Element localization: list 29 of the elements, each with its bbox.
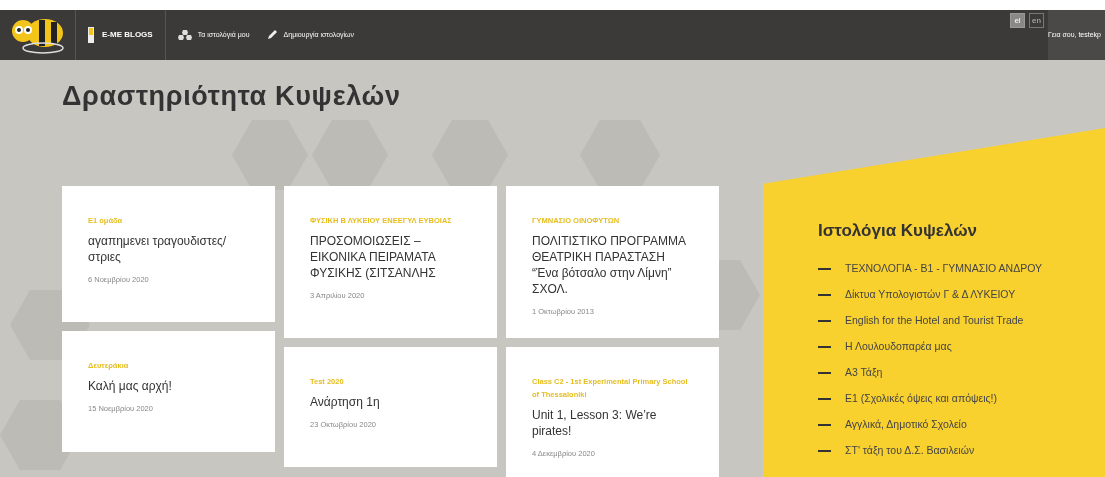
dash-icon [818,371,831,374]
post-title[interactable]: ΠΟΛΙΤΙΣΤΙΚΟ ΠΡΟΓΡΑΜΜΑ ΘΕΑΤΡΙΚΗ ΠΑΡΑΣΤΑΣΗ “Ένα βότσαλο στην Λίμνη” ΣΧΟΛ. [532,233,693,297]
dash-icon [818,345,831,348]
dash-icon [818,319,831,322]
blog-link[interactable]: Α3 Τάξη [845,364,883,381]
page-title: Δραστηριότητα Κυψελών [62,80,401,113]
dash-icon [818,449,831,452]
blog-link[interactable]: ΤΕΧΝΟΛΟΓΙΑ - Β1 - ΓΥΜΝΑΣΙΟ ΑΝΔΡΟΥ [845,260,1043,277]
blog-link[interactable]: English for the Hotel and Tourist Trade [845,312,1024,329]
post-title[interactable]: Ανάρτηση 1η [310,394,471,410]
dash-icon [818,397,831,400]
panel-title: Ιστολόγια Κυψελών [818,220,978,242]
blog-link[interactable]: ΣΤ' τάξη του Δ.Σ. Βασιλειών [845,442,975,459]
post-title[interactable]: Unit 1, Lesson 3: We’re pirates! [532,407,693,439]
blog-link[interactable]: Δίκτυα Υπολογιστών Γ & Δ ΛΥΚΕΙΟΥ [845,286,1016,303]
dash-icon [818,293,831,296]
pencil-icon [265,29,278,41]
dash-icon [818,267,831,270]
blog-link[interactable]: Αγγλικά, Δημοτικό Σχολείο [845,416,967,433]
blog-link[interactable]: Η Λουλουδοπαρέα μας [845,338,952,355]
brand-link[interactable]: E-ME BLOGS [102,29,153,41]
blog-link[interactable]: Ε1 (Σχολικές όψεις και απόψεις!) [845,390,997,407]
glass-icon [88,27,94,43]
post-title[interactable]: αγαπημενει τραγουδιστες/στριες [88,233,249,265]
hexagons-icon [177,30,192,40]
post-title[interactable]: Καλή μας αρχή! [88,378,249,394]
dash-icon [818,423,831,426]
post-title[interactable]: ΠΡΟΣΟΜΟΙΩΣΕΙΣ – ΕΙΚΟΝΙΚΑ ΠΕΙΡΑΜΑΤΑ ΦΥΣΙΚΗΣ (ΣΙΤΣΑΝΛΗΣ [310,233,471,281]
language-button[interactable]: en [1029,13,1044,28]
